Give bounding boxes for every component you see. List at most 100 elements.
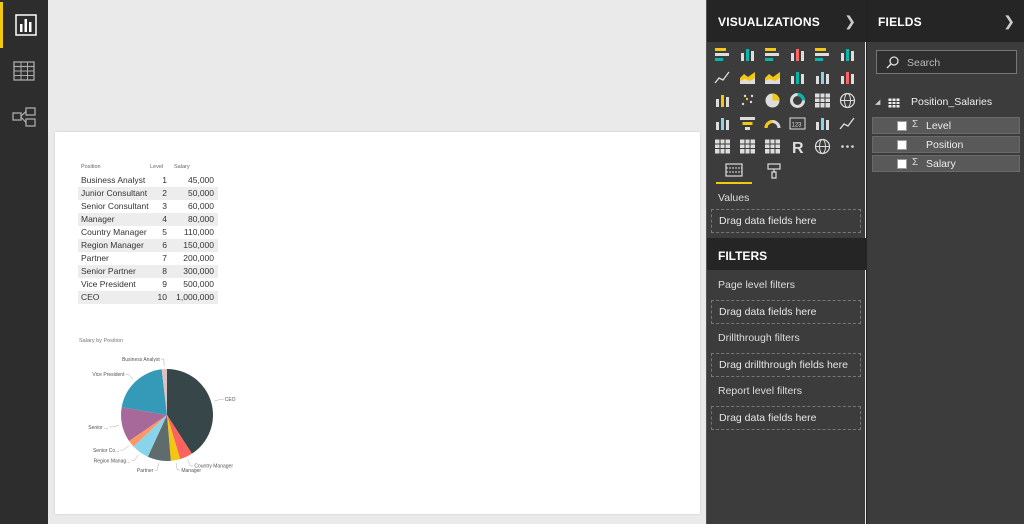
cell-level: 9: [162, 279, 167, 289]
multi-row-card-visual-icon[interactable]: [814, 115, 831, 132]
table-row[interactable]: Vice President 9 500,000: [78, 278, 218, 291]
expand-triangle-icon[interactable]: ◢: [875, 98, 880, 106]
globe-visual-icon[interactable]: [814, 138, 831, 155]
clustered-column-visual-icon[interactable]: [789, 46, 806, 63]
field-position-name: Position: [926, 139, 964, 151]
table-row[interactable]: Manager 4 80,000: [78, 213, 218, 226]
column-header-position[interactable]: Position: [81, 164, 101, 170]
field-position[interactable]: Position: [872, 136, 1020, 153]
column-header-level[interactable]: Level: [150, 164, 167, 170]
table-row[interactable]: Country Manager 5 110,000: [78, 226, 218, 239]
pie-chart-visual[interactable]: CEO Country Manager Manager Partner Region M…: [55, 342, 275, 492]
table-row[interactable]: Business Analyst 1 45,000: [78, 174, 218, 187]
fields-header: FIELDS ❯: [867, 0, 1024, 42]
report-view-icon: [14, 14, 37, 36]
table-visual-icon[interactable]: [739, 138, 756, 155]
line-and-column-visual-icon[interactable]: [789, 69, 806, 86]
table-row[interactable]: Senior Consultant 3 60,000: [78, 200, 218, 213]
column-header-salary[interactable]: Salary: [174, 164, 218, 170]
100-stacked-bar-visual-icon[interactable]: [814, 46, 831, 63]
search-placeholder: Search: [907, 57, 941, 69]
cell-position: Region Manager: [81, 240, 144, 250]
model-view-button[interactable]: [0, 94, 48, 140]
report-view-button[interactable]: [0, 2, 48, 48]
cell-level: 6: [162, 240, 167, 250]
collapse-fields-chevron-icon[interactable]: ❯: [1003, 13, 1015, 30]
cell-level: 7: [162, 253, 167, 263]
field-salary-checkbox[interactable]: [897, 159, 907, 169]
pie-slice[interactable]: [121, 369, 167, 415]
visualizations-header: VISUALIZATIONS ❯: [707, 0, 866, 42]
fields-well-icon: [725, 163, 743, 177]
values-drop-zone[interactable]: Drag data fields here: [711, 209, 861, 233]
pie-data-label: CEO: [225, 397, 236, 403]
card-visual-icon[interactable]: 123: [789, 115, 806, 132]
pie-data-label: Region Manag...: [94, 458, 131, 464]
r-script-visual-icon[interactable]: R: [789, 138, 806, 157]
100-stacked-column-visual-icon[interactable]: [839, 46, 856, 63]
line-visual-icon[interactable]: [714, 69, 731, 86]
filters-header: FILTERS: [707, 238, 866, 270]
ribbon-visual-icon[interactable]: [839, 69, 856, 86]
field-level-checkbox[interactable]: [897, 121, 907, 131]
visualizations-title: VISUALIZATIONS: [718, 15, 820, 29]
pie-leader-line: [131, 454, 139, 461]
cell-salary: 300,000: [183, 266, 214, 276]
scatter-visual-icon[interactable]: [739, 92, 756, 109]
clustered-bar-visual-icon[interactable]: [764, 46, 781, 63]
table-icon: [888, 98, 900, 108]
line-and-clustered-column-visual-icon[interactable]: [814, 69, 831, 86]
cell-level: 8: [162, 266, 167, 276]
stacked-bar-visual-icon[interactable]: [714, 46, 731, 63]
cell-position: CEO: [81, 292, 100, 302]
table-row[interactable]: Junior Consultant 2 50,000: [78, 187, 218, 200]
cell-salary: 200,000: [183, 253, 214, 263]
fields-tab[interactable]: [716, 158, 752, 184]
pie-chart-svg: CEOCountry ManagerManagerPartnerRegion M…: [88, 357, 236, 474]
page-filters-drop-zone[interactable]: Drag data fields here: [711, 300, 861, 324]
matrix-visual-icon[interactable]: [764, 138, 781, 155]
stacked-column-visual-icon[interactable]: [739, 46, 756, 63]
drillthrough-drop-zone[interactable]: Drag drillthrough fields here: [711, 353, 861, 377]
funnel-visual-icon[interactable]: [739, 115, 756, 132]
report-filters-drop-zone[interactable]: Drag data fields here: [711, 406, 861, 430]
field-level[interactable]: Σ Level: [872, 117, 1020, 134]
slicer-visual-icon[interactable]: [714, 138, 731, 155]
visual-pane-tabs: [707, 158, 866, 184]
gauge-visual-icon[interactable]: [764, 115, 781, 132]
pie-visual-icon[interactable]: [764, 92, 781, 109]
table-row[interactable]: Partner 7 200,000: [78, 252, 218, 265]
model-view-icon: [12, 107, 36, 127]
field-salary[interactable]: Σ Salary: [872, 155, 1020, 172]
report-page[interactable]: Position Level Salary Business Analyst 1 4…: [55, 132, 700, 514]
svg-text:123: 123: [792, 123, 803, 129]
table-node-position-salaries[interactable]: ◢ Position_Salaries: [875, 96, 1020, 110]
pie-data-label: Senior ...: [88, 425, 108, 431]
table-row[interactable]: Senior Partner 8 300,000: [78, 265, 218, 278]
cell-salary: 1,000,000: [176, 292, 214, 302]
area-visual-icon[interactable]: [739, 69, 756, 86]
cell-salary: 110,000: [183, 227, 214, 237]
more-visual-icon[interactable]: [839, 138, 856, 155]
stacked-area-visual-icon[interactable]: [764, 69, 781, 86]
pie-leader-line: [213, 398, 224, 402]
kpi-visual-icon[interactable]: [839, 115, 856, 132]
table-row[interactable]: CEO 10 1,000,000: [78, 291, 218, 304]
map-visual-icon[interactable]: [839, 92, 856, 109]
treemap-visual-icon[interactable]: [814, 92, 831, 109]
waterfall-visual-icon[interactable]: [714, 92, 731, 109]
visualizations-pane: VISUALIZATIONS ❯ 123 R Values Drag data f…: [706, 0, 866, 524]
cell-level: 2: [162, 188, 167, 198]
collapse-visualizations-chevron-icon[interactable]: ❯: [844, 13, 856, 30]
donut-visual-icon[interactable]: [789, 92, 806, 109]
filled-map-visual-icon[interactable]: [714, 115, 731, 132]
values-well-label: Values: [718, 192, 750, 204]
fields-search-input[interactable]: Search: [876, 50, 1017, 74]
table-visual[interactable]: Position Level Salary Business Analyst 1 4…: [78, 162, 218, 304]
table-row[interactable]: Region Manager 6 150,000: [78, 239, 218, 252]
pie-leader-line: [125, 374, 134, 380]
cell-level: 5: [162, 227, 167, 237]
format-tab[interactable]: [756, 158, 792, 184]
field-position-checkbox[interactable]: [897, 140, 907, 150]
data-view-button[interactable]: [0, 48, 48, 94]
